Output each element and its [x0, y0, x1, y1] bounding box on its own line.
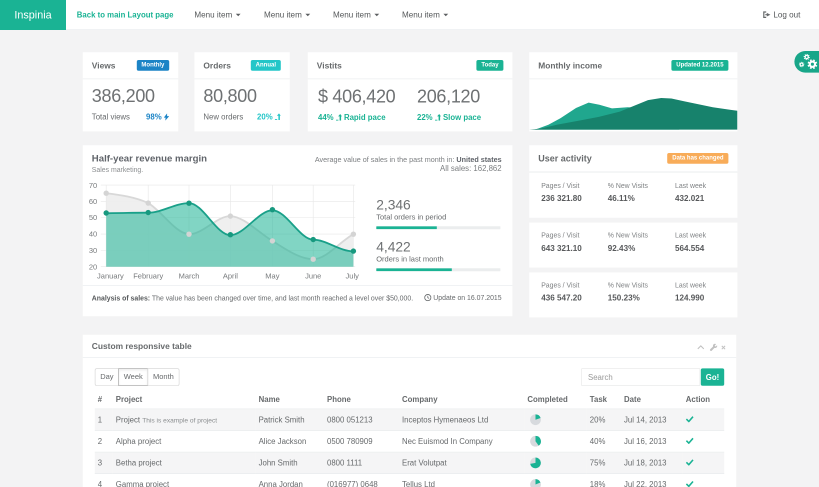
svg-text:January: January [97, 271, 124, 280]
svg-text:June: June [305, 271, 321, 280]
svg-text:March: March [179, 271, 200, 280]
svg-text:50: 50 [89, 213, 97, 222]
svg-text:30: 30 [89, 246, 97, 255]
svg-text:40: 40 [89, 229, 97, 238]
svg-text:60: 60 [89, 197, 97, 206]
svg-text:May: May [265, 271, 279, 280]
svg-text:April: April [223, 271, 238, 280]
svg-text:70: 70 [89, 181, 97, 190]
svg-text:February: February [133, 271, 163, 280]
svg-text:20: 20 [89, 262, 97, 271]
svg-text:July: July [346, 271, 360, 280]
